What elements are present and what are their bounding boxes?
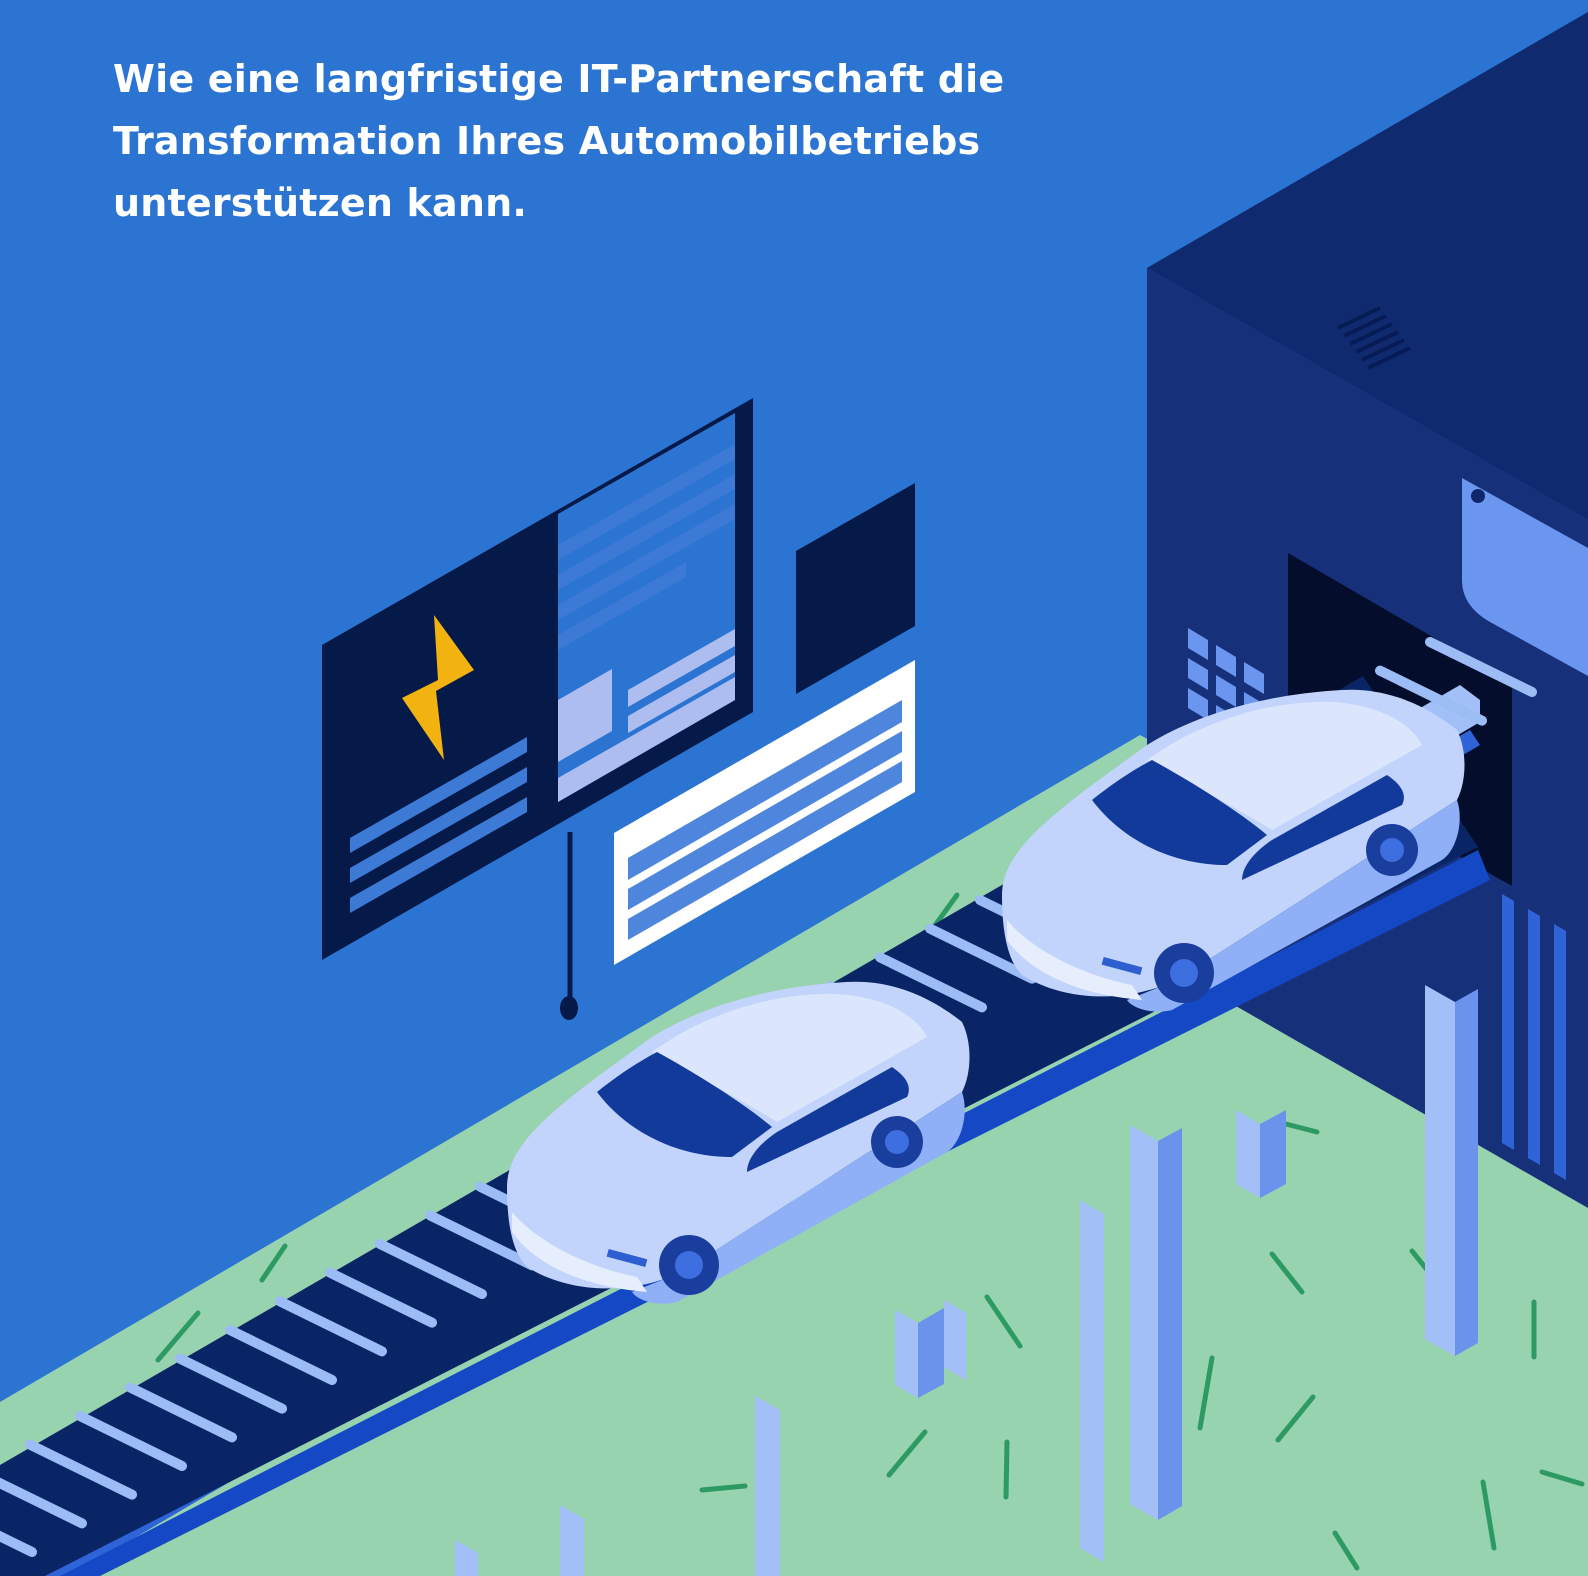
car-wheel-hub [1170,959,1198,987]
illustration: Wie eine langfristige IT-Partnerschaft d… [0,0,1588,1576]
headline-line: unterstützen kann. [113,181,528,225]
pillar [755,1396,780,1576]
factory-scene [0,0,1588,1576]
car-wheel-hub [1380,838,1404,862]
car-wheel-hub [885,1130,909,1154]
pillar [1236,1110,1260,1198]
pillar [918,1308,944,1398]
headline: Wie eine langfristige IT-Partnerschaft d… [113,48,1005,234]
factory-vertical-stripes [1502,894,1566,1180]
pillar [1455,989,1478,1356]
pillar [944,1300,966,1380]
headline-line: Wie eine langfristige IT-Partnerschaft d… [113,57,1005,101]
pillar [895,1310,918,1398]
pillar [1260,1110,1286,1198]
panel-stand-foot [560,996,578,1020]
pillar [1130,1125,1158,1520]
pillar [1425,985,1455,1356]
car-wheel-hub [675,1251,703,1279]
sign-rivet [1471,489,1485,503]
headline-line: Transformation Ihres Automobilbetriebs [113,119,981,163]
pillar [1158,1128,1182,1520]
pillar [1080,1200,1104,1562]
